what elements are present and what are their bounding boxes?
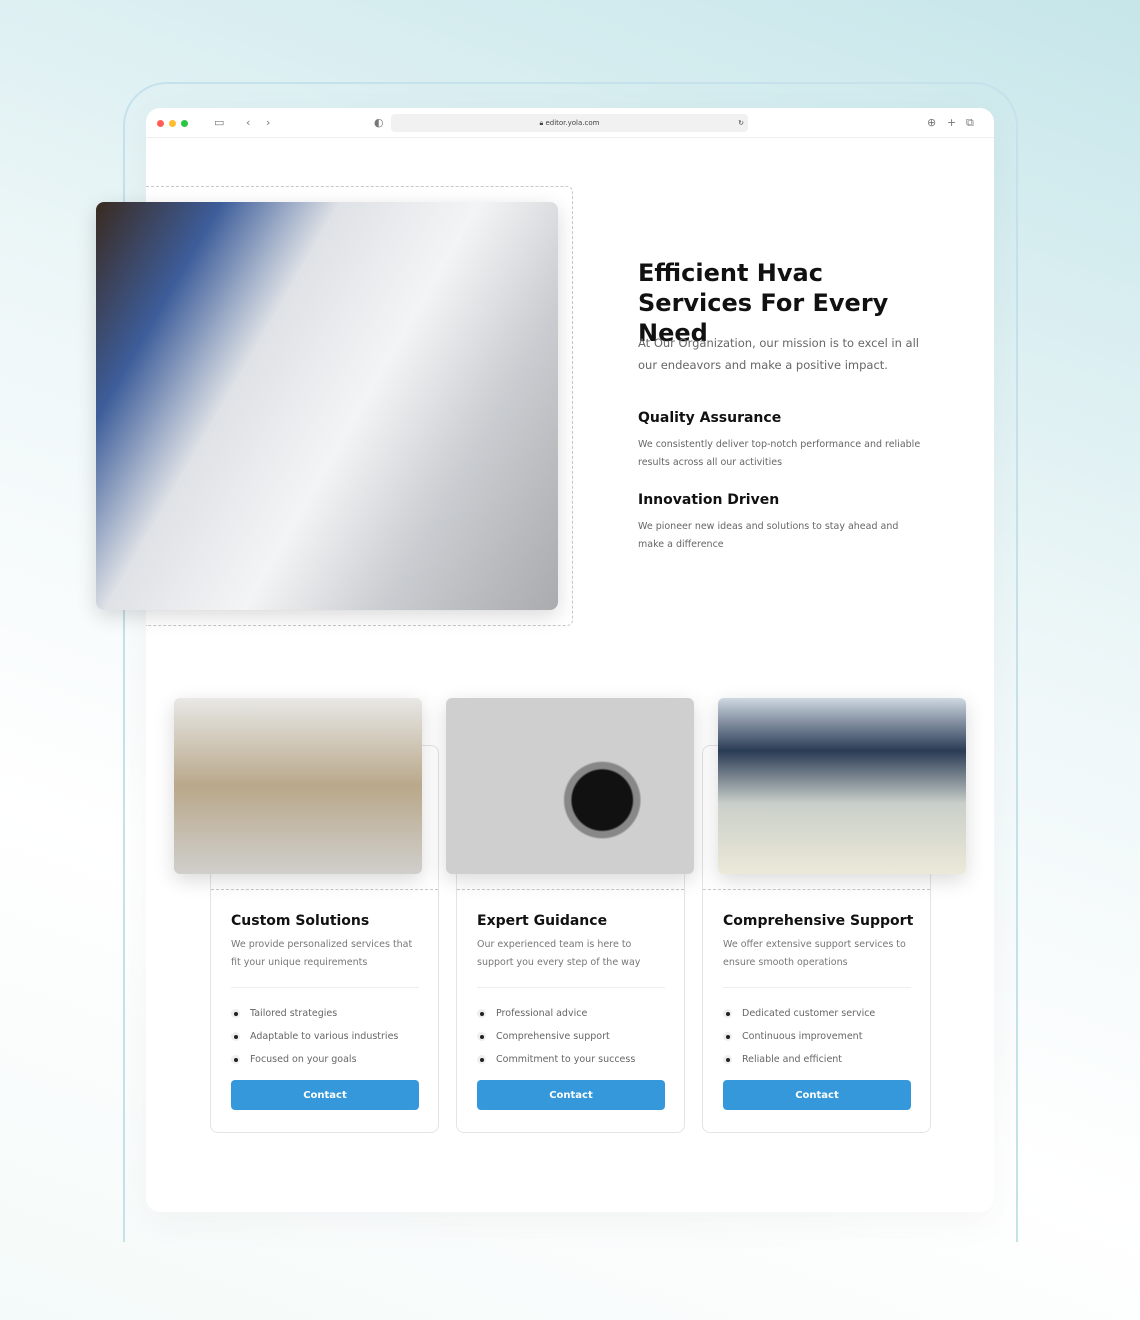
list-item: Commitment to your success — [477, 1048, 635, 1071]
sidebar-icon[interactable]: ▭ — [214, 116, 224, 130]
list-item: Tailored strategies — [231, 1002, 398, 1025]
list-item: Reliable and efficient — [723, 1048, 875, 1071]
bullet-icon — [231, 1032, 240, 1041]
card-title: Comprehensive Support — [723, 913, 914, 929]
new-tab-icon[interactable]: + — [947, 116, 956, 130]
list-item-text: Dedicated customer service — [742, 1008, 876, 1019]
list-item-text: Adaptable to various industries — [250, 1031, 399, 1042]
card-image — [174, 698, 422, 874]
download-icon[interactable]: ⊕ — [927, 116, 936, 130]
url-text: editor.yola.com — [545, 119, 600, 127]
close-window-button[interactable] — [157, 120, 164, 127]
list-item-text: Professional advice — [496, 1008, 588, 1019]
card-title: Expert Guidance — [477, 913, 608, 929]
list-item: Dedicated customer service — [723, 1002, 875, 1025]
bullet-icon — [477, 1055, 486, 1064]
browser-toolbar: ▭ ‹ › ◐ 🔒︎ editor.yola.com ↻ ⊕ + ⧉ — [146, 108, 994, 138]
list-item-text: Focused on your goals — [250, 1054, 357, 1065]
card-image — [718, 698, 966, 874]
minimize-window-button[interactable] — [169, 120, 176, 127]
card-description: Our experienced team is here to support … — [477, 939, 641, 968]
bullet-icon — [723, 1055, 732, 1064]
bullet-icon — [477, 1032, 486, 1041]
list-item: Adaptable to various industries — [231, 1025, 398, 1048]
bullet-icon — [723, 1032, 732, 1041]
feature-title: Innovation Driven — [638, 492, 780, 508]
list-item: Professional advice — [477, 1002, 635, 1025]
card-description: We offer extensive support services to e… — [723, 939, 906, 968]
contact-button[interactable]: Contact — [231, 1080, 419, 1110]
bullet-icon — [231, 1055, 240, 1064]
address-bar[interactable]: 🔒︎ editor.yola.com ↻ — [391, 114, 748, 132]
tabs-icon[interactable]: ⧉ — [966, 116, 974, 130]
feature-text: We pioneer new ideas and solutions to st… — [638, 521, 899, 550]
forward-icon[interactable]: › — [266, 116, 270, 130]
list-item-text: Continuous improvement — [742, 1031, 863, 1042]
bullet-icon — [477, 1009, 486, 1018]
shield-icon[interactable]: ◐ — [374, 116, 384, 130]
feature-text: We consistently deliver top-notch perfor… — [638, 439, 921, 468]
hero-intro: At Our Organization, our mission is to e… — [638, 336, 919, 372]
list-item-text: Comprehensive support — [496, 1031, 610, 1042]
contact-button[interactable]: Contact — [723, 1080, 911, 1110]
back-icon[interactable]: ‹ — [246, 116, 250, 130]
list-item-text: Tailored strategies — [250, 1008, 338, 1019]
list-item: Comprehensive support — [477, 1025, 635, 1048]
list-item: Continuous improvement — [723, 1025, 875, 1048]
contact-button[interactable]: Contact — [477, 1080, 665, 1110]
card-title: Custom Solutions — [231, 913, 370, 929]
hero-image — [96, 202, 558, 610]
bullet-icon — [231, 1009, 240, 1018]
list-item: Focused on your goals — [231, 1048, 398, 1071]
feature-title: Quality Assurance — [638, 410, 782, 426]
card-description: We provide personalized services that fi… — [231, 939, 413, 968]
card-image — [446, 698, 694, 874]
bullet-icon — [723, 1009, 732, 1018]
list-item-text: Commitment to your success — [496, 1054, 636, 1065]
maximize-window-button[interactable] — [181, 120, 188, 127]
reload-icon[interactable]: ↻ — [738, 114, 744, 132]
list-item-text: Reliable and efficient — [742, 1054, 843, 1065]
